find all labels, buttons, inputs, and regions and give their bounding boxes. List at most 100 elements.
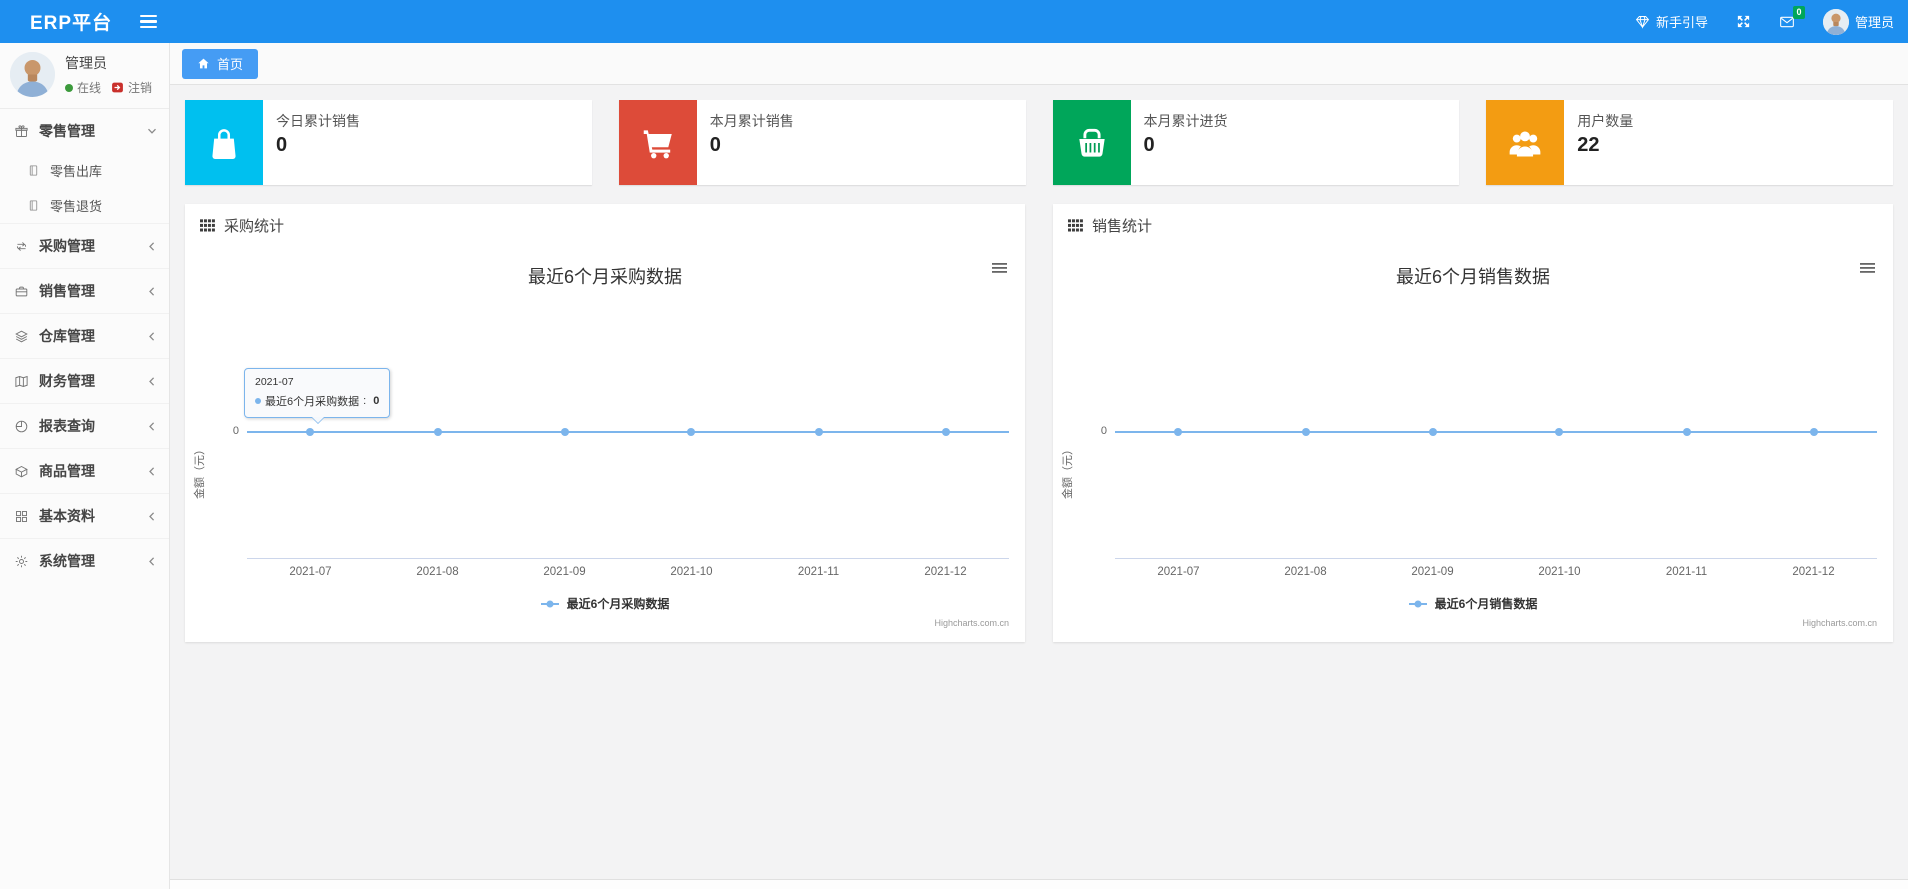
chevron-left-icon bbox=[147, 556, 157, 567]
legend-item-sales[interactable]: 最近6个月销售数据 bbox=[1053, 595, 1893, 612]
avatar bbox=[10, 52, 55, 97]
stat-card-user-count[interactable]: 用户数量 22 bbox=[1486, 100, 1893, 185]
stat-card-today-sales[interactable]: 今日累计销售 0 bbox=[185, 100, 592, 185]
sidebar-toggle-button[interactable] bbox=[130, 9, 167, 35]
purchase-chart: 最近6个月采购数据 金额（元） 0 2021-07 2021-08 2021-0… bbox=[185, 247, 1025, 642]
basket-icon bbox=[1073, 124, 1111, 162]
chevron-down-icon bbox=[147, 126, 157, 136]
sidebar-item-label: 基本资料 bbox=[39, 508, 95, 524]
sidebar-item-warehouse[interactable]: 仓库管理 bbox=[0, 313, 169, 358]
x-tick-label: 2021-11 bbox=[1665, 566, 1708, 578]
data-point[interactable] bbox=[1428, 428, 1437, 436]
chevron-left-icon bbox=[147, 286, 157, 297]
file-icon bbox=[24, 199, 42, 212]
purchase-stats-panel: 采购统计 最近6个月采购数据 金额（元） 0 2021-07 2021-08 2… bbox=[185, 204, 1025, 642]
data-point[interactable] bbox=[433, 428, 442, 436]
file-icon bbox=[24, 164, 42, 177]
legend-marker bbox=[1408, 600, 1427, 607]
data-point[interactable] bbox=[1301, 428, 1310, 436]
data-point[interactable] bbox=[1174, 428, 1183, 436]
data-point[interactable] bbox=[687, 428, 696, 436]
x-tick-label: 2021-08 bbox=[416, 566, 459, 578]
top-navbar: ERP平台 新手引导 0 管理员 bbox=[0, 0, 1908, 43]
legend-label: 最近6个月采购数据 bbox=[566, 597, 670, 611]
x-tick-label: 2021-07 bbox=[1157, 566, 1200, 578]
chevron-left-icon bbox=[147, 421, 157, 432]
tooltip-series-name: 最近6个月采购数据 bbox=[265, 396, 360, 408]
data-point[interactable] bbox=[1682, 428, 1691, 436]
x-axis bbox=[247, 558, 1009, 559]
gem-icon bbox=[1635, 14, 1650, 29]
series-line bbox=[1115, 431, 1877, 433]
y-axis-title: 金额（元） bbox=[194, 444, 206, 499]
sidebar-item-reports[interactable]: 报表查询 bbox=[0, 403, 169, 448]
data-point[interactable] bbox=[1809, 428, 1818, 436]
sidebar-item-purchase[interactable]: 采购管理 bbox=[0, 223, 169, 268]
y-axis-title: 金额（元） bbox=[1062, 444, 1074, 499]
guide-link[interactable]: 新手引导 bbox=[1621, 0, 1722, 43]
data-point[interactable] bbox=[941, 428, 950, 436]
sidebar-subitem-retail-return[interactable]: 零售退货 bbox=[0, 188, 169, 223]
sales-chart: 最近6个月销售数据 金额（元） 0 2021-07 2021-08 2021-0… bbox=[1053, 247, 1893, 642]
sidebar-item-label: 零售管理 bbox=[39, 123, 95, 139]
sidebar-item-basic-data[interactable]: 基本资料 bbox=[0, 493, 169, 538]
chart-tooltip: 2021-07 最近6个月采购数据: 0 bbox=[244, 368, 391, 424]
footer bbox=[170, 879, 1908, 889]
sidebar-item-label: 报表查询 bbox=[39, 418, 95, 434]
data-point[interactable] bbox=[1555, 428, 1564, 436]
panel-title: 采购统计 bbox=[224, 218, 285, 235]
book-icon bbox=[12, 374, 30, 389]
sidebar-subitem-label: 零售退货 bbox=[50, 199, 103, 214]
shopping-bag-icon bbox=[205, 124, 243, 162]
briefcase-icon bbox=[12, 284, 30, 299]
y-axis-tick: 0 bbox=[1100, 425, 1107, 437]
sidebar-item-retail[interactable]: 零售管理 bbox=[0, 108, 169, 153]
sidebar-submenu-retail: 零售出库 零售退货 bbox=[0, 153, 169, 223]
hamburger-menu-icon bbox=[140, 14, 158, 18]
tab-home-label: 首页 bbox=[217, 57, 244, 72]
avatar bbox=[1822, 8, 1849, 35]
mail-button[interactable]: 0 bbox=[1765, 0, 1809, 43]
tab-home[interactable]: 首页 bbox=[182, 48, 259, 79]
x-axis bbox=[1115, 558, 1877, 559]
th-grid-icon bbox=[200, 219, 215, 232]
stat-label: 本月累计销售 bbox=[709, 113, 794, 129]
shopping-cart-icon bbox=[639, 124, 677, 162]
sidebar-subitem-label: 零售出库 bbox=[50, 164, 103, 179]
data-point[interactable] bbox=[560, 428, 569, 436]
chevron-left-icon bbox=[147, 241, 157, 252]
sidebar-user-panel: 管理员 在线 注销 bbox=[0, 43, 169, 108]
chevron-left-icon bbox=[147, 511, 157, 522]
stat-cards-row: 今日累计销售 0 本月累计销售 0 本月累计进货 0 用户数量 22 bbox=[185, 100, 1893, 185]
stat-value: 0 bbox=[276, 134, 288, 156]
sidebar-item-goods[interactable]: 商品管理 bbox=[0, 448, 169, 493]
stat-card-month-purchase[interactable]: 本月累计进货 0 bbox=[1052, 100, 1460, 185]
sidebar-item-system[interactable]: 系统管理 bbox=[0, 538, 169, 583]
data-point[interactable] bbox=[306, 428, 315, 436]
sidebar-subitem-retail-outbound[interactable]: 零售出库 bbox=[0, 153, 169, 188]
chevron-left-icon bbox=[147, 331, 157, 342]
pie-chart-icon bbox=[12, 419, 30, 434]
sidebar-item-finance[interactable]: 财务管理 bbox=[0, 358, 169, 403]
x-tick-label: 2021-10 bbox=[1538, 566, 1581, 578]
sidebar-item-label: 采购管理 bbox=[39, 238, 95, 254]
x-tick-label: 2021-07 bbox=[289, 566, 332, 578]
x-tick-label: 2021-09 bbox=[1411, 566, 1454, 578]
fullscreen-button[interactable] bbox=[1722, 0, 1765, 43]
th-grid-icon bbox=[1068, 219, 1083, 232]
sidebar-item-sales[interactable]: 销售管理 bbox=[0, 268, 169, 313]
sidebar: 管理员 在线 注销 零售管理 零售出库 零售退货 采购管理 销售管理 仓库管理 … bbox=[0, 43, 170, 889]
legend-item-purchase[interactable]: 最近6个月采购数据 bbox=[185, 595, 1025, 612]
y-axis-tick: 0 bbox=[232, 425, 239, 437]
user-menu[interactable]: 管理员 bbox=[1809, 0, 1908, 43]
logout-link[interactable]: 注销 bbox=[128, 79, 152, 96]
highcharts-credit[interactable]: Highcharts.com.cn bbox=[934, 618, 1009, 628]
stat-card-month-sales[interactable]: 本月累计销售 0 bbox=[618, 100, 1026, 185]
username-label: 管理员 bbox=[1854, 15, 1894, 30]
tabs-bar: 首页 bbox=[170, 43, 1908, 85]
highcharts-credit[interactable]: Highcharts.com.cn bbox=[1802, 618, 1877, 628]
data-point[interactable] bbox=[814, 428, 823, 436]
series-marker-dot bbox=[255, 398, 261, 404]
stat-label: 用户数量 bbox=[1577, 113, 1634, 129]
x-tick-label: 2021-09 bbox=[543, 566, 586, 578]
